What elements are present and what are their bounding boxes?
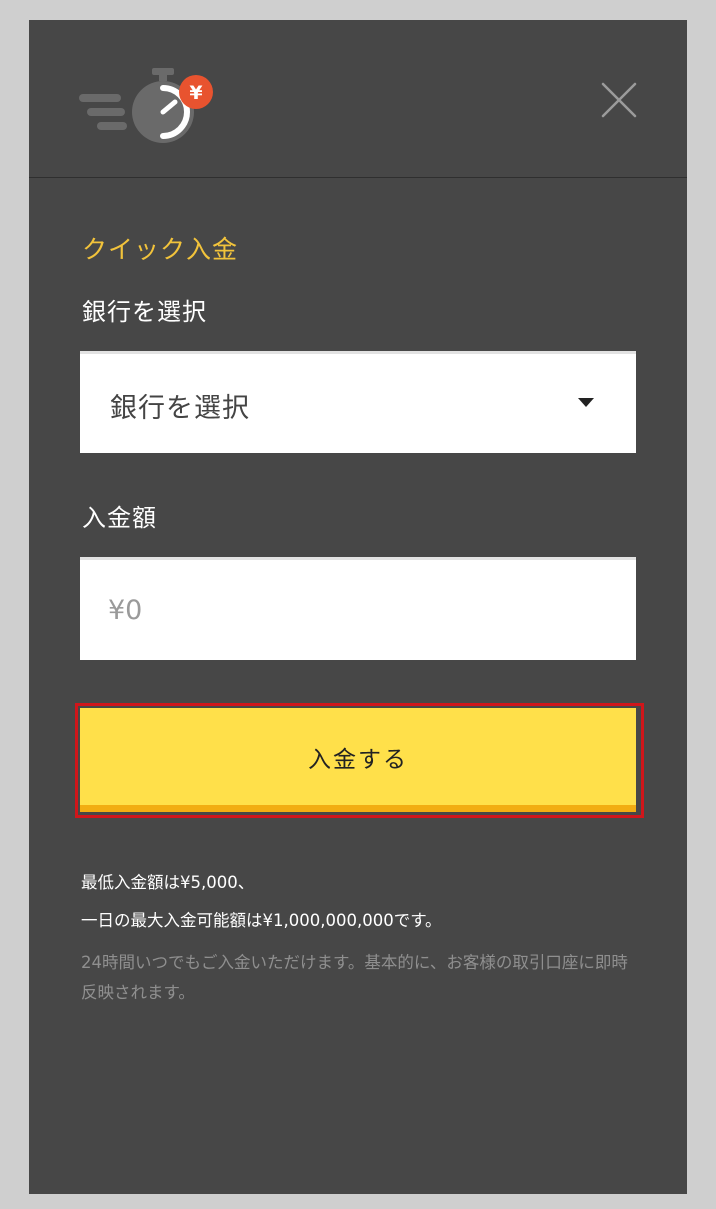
quick-deposit-panel: ¥ クイック入金 銀行を選択 銀行を選択 入金額 入金する 最低入金額は¥5,0…	[29, 20, 687, 1194]
amount-label: 入金額	[82, 504, 157, 532]
amount-input[interactable]	[80, 557, 636, 660]
panel-header: ¥	[29, 20, 687, 178]
max-deposit-note: 一日の最大入金可能額は¥1,000,000,000です。	[81, 911, 442, 930]
bank-select[interactable]: 銀行を選択	[80, 351, 636, 453]
deposit-button[interactable]: 入金する	[80, 708, 636, 812]
stopwatch-yen-icon: ¥	[79, 68, 213, 143]
section-title: クイック入金	[82, 235, 239, 264]
bank-select-label: 銀行を選択	[82, 298, 207, 326]
min-deposit-note: 最低入金額は¥5,000、	[81, 873, 255, 892]
close-icon[interactable]	[599, 80, 639, 120]
yen-badge-text: ¥	[189, 82, 202, 104]
chevron-down-icon	[578, 398, 594, 407]
deposit-info-note: 24時間いつでもご入金いただけます。基本的に、お客様の取引口座に即時反映されます…	[81, 953, 628, 1002]
bank-select-value: 銀行を選択	[110, 393, 250, 424]
